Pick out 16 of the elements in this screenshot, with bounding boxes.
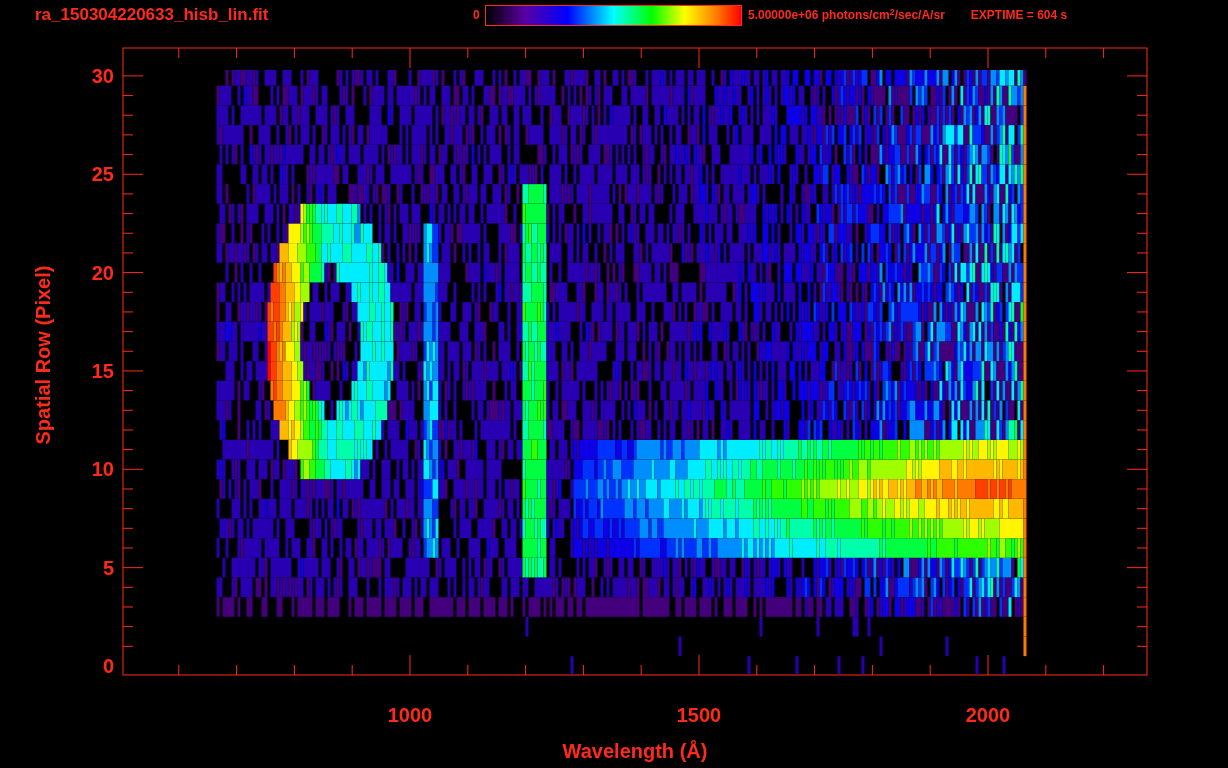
y-tick-label: 10 [91,458,114,481]
y-axis-title: Spatial Row (Pixel) [32,265,54,445]
y-tick-label: 20 [91,261,114,284]
x-axis-title: Wavelength (Å) [562,740,708,762]
colorbar-min-label: 0 [473,7,481,24]
file-title: ra_150304220633_hisb_lin.fit [35,5,269,25]
y-tick-label: 25 [91,163,114,186]
x-tick-label: 1500 [676,704,722,726]
x-tick-label: 2000 [965,704,1011,726]
y-tick-label: 0 [102,655,114,677]
colorbar-max-label: 5.00000e+06 photons/cm$^{2}$/sec/A/sr [748,6,945,24]
y-tick-label: 15 [91,359,114,382]
y-tick-label: 30 [91,64,114,87]
x-tick-label: 1000 [387,704,433,726]
y-tick-label: 5 [102,556,114,579]
exposure-time: EXPTIME = 604 s [970,7,1068,24]
